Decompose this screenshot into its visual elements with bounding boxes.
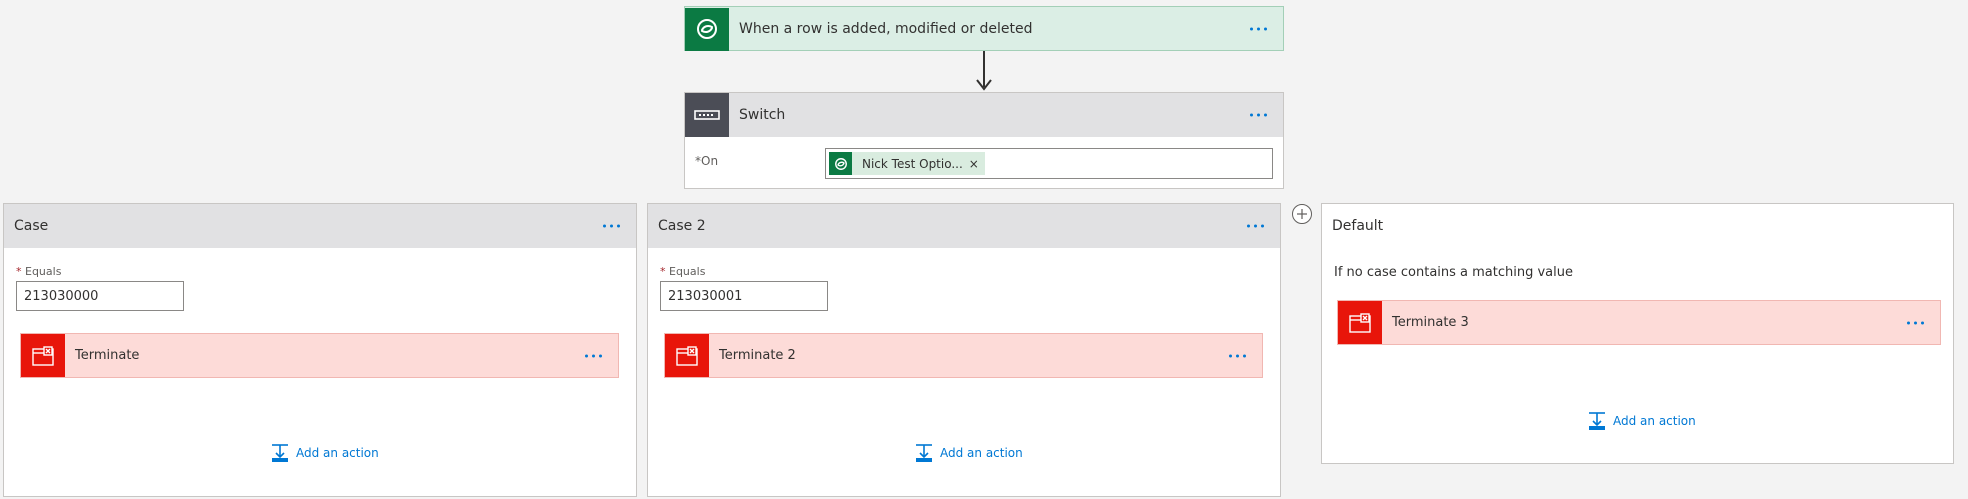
add-action-label: Add an action (296, 446, 379, 460)
terminate-title: Terminate 2 (719, 348, 796, 363)
add-action-button[interactable]: Add an action (1587, 411, 1696, 431)
equals-input[interactable] (16, 281, 184, 311)
trigger-header[interactable]: When a row is added, modified or deleted (685, 7, 1283, 51)
case-more-button[interactable] (601, 219, 622, 234)
case-header[interactable]: Case 2 (648, 204, 1280, 248)
add-action-icon (272, 444, 288, 462)
case-card-2[interactable]: Case 2 * Equals Terminate 2 Add an actio… (647, 203, 1281, 497)
case-more-button[interactable] (1245, 219, 1266, 234)
case-title: Case (14, 218, 49, 234)
switch-icon (685, 93, 729, 137)
add-action-label: Add an action (940, 446, 1023, 460)
dataverse-icon (685, 7, 729, 51)
add-action-button[interactable]: Add an action (270, 443, 379, 463)
default-description: If no case contains a matching value (1334, 265, 1574, 280)
token-label: Nick Test Optio... (862, 156, 963, 171)
equals-label: * Equals (660, 265, 706, 278)
terminate-action[interactable]: Terminate 2 (664, 333, 1263, 378)
switch-title: Switch (739, 107, 786, 123)
case-header[interactable]: Case (4, 204, 636, 248)
terminate-icon (665, 334, 709, 377)
add-case-button[interactable] (1292, 204, 1312, 224)
default-title: Default (1332, 218, 1384, 234)
plus-icon (1297, 209, 1307, 219)
equals-input[interactable] (660, 281, 828, 311)
token-remove-icon[interactable]: × (969, 157, 985, 171)
add-action-icon (1589, 412, 1605, 430)
terminate-icon (21, 334, 65, 377)
dynamic-content-token[interactable]: Nick Test Optio... × (829, 152, 985, 175)
dataverse-icon (829, 152, 852, 175)
default-header[interactable]: Default (1322, 204, 1953, 248)
switch-header[interactable]: Switch (685, 93, 1283, 137)
terminate-title: Terminate 3 (1392, 315, 1469, 330)
on-field[interactable]: Nick Test Optio... × (825, 148, 1273, 179)
on-label: *On (695, 154, 719, 168)
terminate-more-button[interactable] (1905, 315, 1926, 330)
connector-arrowhead (976, 79, 992, 91)
case-card-1[interactable]: Case * Equals Terminate Add an action (3, 203, 637, 497)
trigger-more-button[interactable] (1248, 22, 1269, 37)
switch-card[interactable]: Switch *On Nick Test Optio... × (684, 92, 1284, 189)
add-action-label: Add an action (1613, 414, 1696, 428)
trigger-title: When a row is added, modified or deleted (739, 21, 1033, 37)
terminate-more-button[interactable] (1227, 348, 1248, 363)
terminate-icon (1338, 301, 1382, 344)
terminate-action[interactable]: Terminate 3 (1337, 300, 1941, 345)
terminate-more-button[interactable] (583, 348, 604, 363)
default-card[interactable]: Default If no case contains a matching v… (1321, 203, 1954, 464)
switch-more-button[interactable] (1248, 108, 1269, 123)
terminate-title: Terminate (75, 348, 140, 363)
add-action-icon (916, 444, 932, 462)
trigger-card[interactable]: When a row is added, modified or deleted (684, 6, 1284, 51)
equals-label: * Equals (16, 265, 62, 278)
case-title: Case 2 (658, 218, 706, 234)
add-action-button[interactable]: Add an action (914, 443, 1023, 463)
terminate-action[interactable]: Terminate (20, 333, 619, 378)
